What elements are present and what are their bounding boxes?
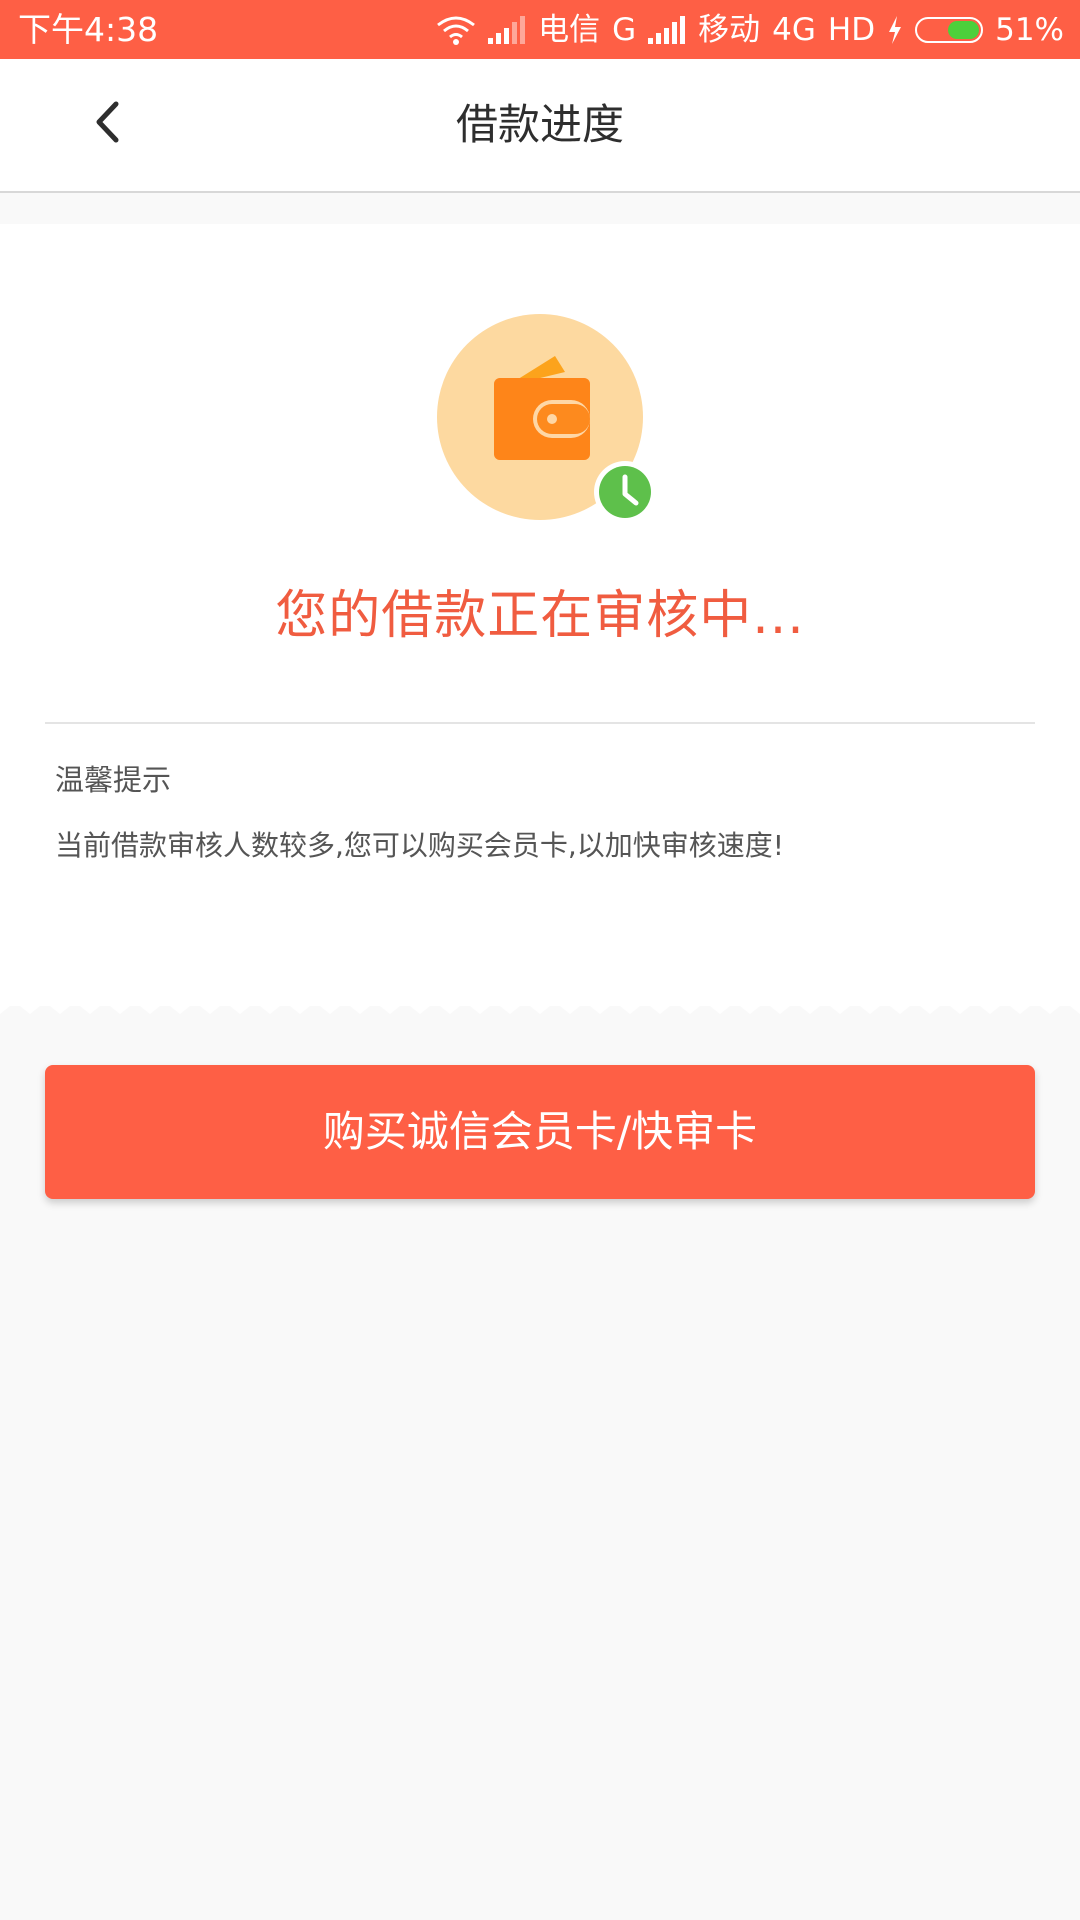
status-indicators: 电信 G 移动 4G HD 51% [424,9,1064,51]
status-bar: 下午4:38 电信 G 移动 4G HD 51% [0,0,1080,59]
card-zigzag-edge [0,1000,1080,1014]
clock-icon [594,461,656,523]
page-title: 借款进度 [455,100,624,149]
network-type-1: G [612,12,637,48]
review-status-card: 您的借款正在审核中... 温馨提示 当前借款审核人数较多,您可以购买会员卡,以加… [0,224,1080,1006]
charging-icon [887,16,903,44]
tip-title: 温馨提示 [55,763,172,797]
battery-icon [915,17,984,43]
network-type-2: 4G [772,12,816,48]
divider [45,722,1035,724]
carrier-1: 电信 [538,12,601,48]
tip-text: 当前借款审核人数较多,您可以购买会员卡,以加快审核速度! [55,829,785,862]
hd-label: HD [827,12,876,48]
battery-level-fill [948,21,980,39]
wallet-status-illustration [437,314,667,544]
wifi-icon [436,15,476,45]
status-time: 下午4:38 [18,10,159,49]
nav-bar: 借款进度 [0,59,1080,193]
review-status-text: 您的借款正在审核中... [275,586,805,646]
battery-percent: 51% [995,12,1064,48]
signal-icon [488,16,526,44]
buy-membership-button[interactable]: 购买诚信会员卡/快审卡 [45,1065,1035,1199]
carrier-2: 移动 [698,12,761,48]
signal-icon [648,16,686,44]
